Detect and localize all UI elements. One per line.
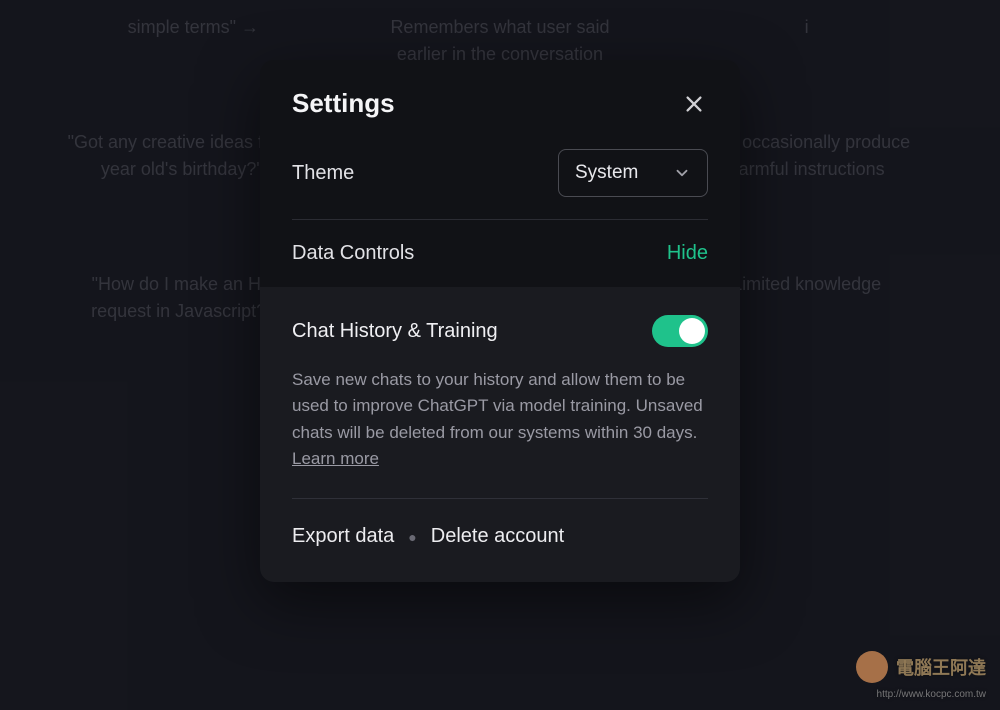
toggle-knob xyxy=(679,318,705,344)
watermark: 電腦王阿達 http://www.kocpc.com.tw xyxy=(856,651,986,700)
learn-more-link[interactable]: Learn more xyxy=(292,449,379,468)
watermark-url: http://www.kocpc.com.tw xyxy=(877,689,986,700)
data-controls-panel: Chat History & Training Save new chats t… xyxy=(260,287,740,582)
chat-history-description-text: Save new chats to your history and allow… xyxy=(292,370,703,442)
close-icon xyxy=(683,93,705,115)
export-data-button[interactable]: Export data xyxy=(292,525,394,548)
chevron-down-icon xyxy=(673,164,691,182)
divider xyxy=(292,498,708,499)
data-controls-toggle[interactable]: Hide xyxy=(667,242,708,265)
settings-modal: Settings Theme System Data Controls Hide xyxy=(260,60,740,582)
close-button[interactable] xyxy=(680,90,708,118)
watermark-text: 電腦王阿達 xyxy=(896,654,986,680)
data-controls-label: Data Controls xyxy=(292,242,414,265)
modal-title: Settings xyxy=(292,88,395,119)
delete-account-button[interactable]: Delete account xyxy=(431,525,564,548)
theme-select-value: System xyxy=(575,162,638,184)
modal-overlay: Settings Theme System Data Controls Hide xyxy=(0,0,1000,710)
separator-dot: ● xyxy=(408,529,416,545)
chat-history-title: Chat History & Training xyxy=(292,320,498,343)
chat-history-toggle[interactable] xyxy=(652,315,708,347)
theme-label: Theme xyxy=(292,162,354,185)
watermark-icon xyxy=(856,651,888,683)
theme-select[interactable]: System xyxy=(558,149,708,197)
chat-history-description: Save new chats to your history and allow… xyxy=(292,367,708,472)
